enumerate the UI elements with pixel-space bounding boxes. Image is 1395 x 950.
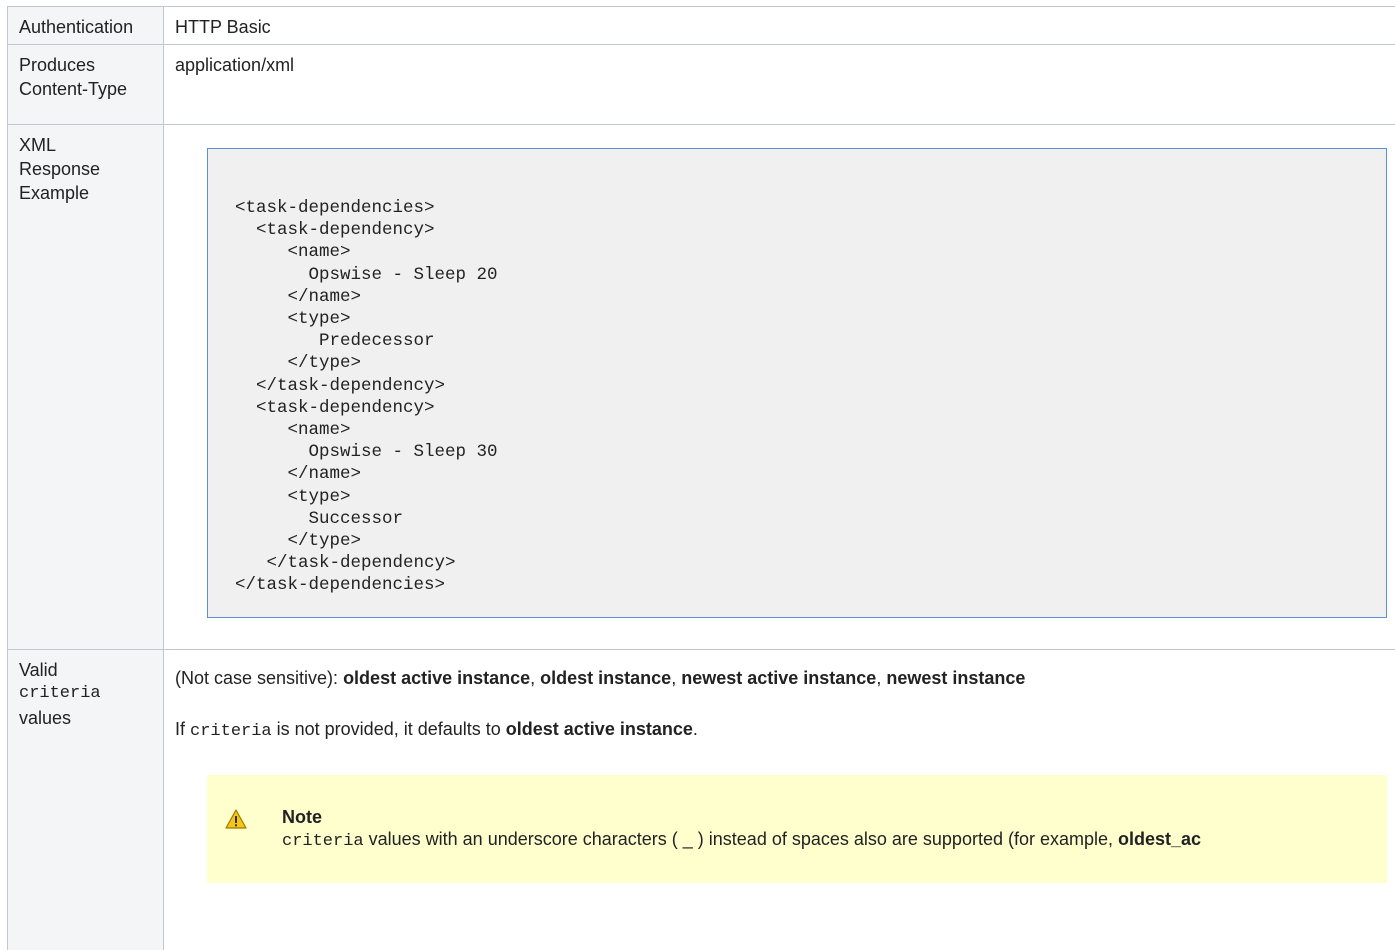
criteria-label-line1: Valid bbox=[19, 660, 58, 680]
xml-label-line1: XML bbox=[19, 135, 57, 155]
criteria-value-2: oldest instance bbox=[540, 668, 672, 688]
criteria-label-code: criteria bbox=[19, 684, 101, 703]
criteria-sep-2: , bbox=[671, 668, 682, 688]
criteria-default: If criteria is not provided, it defaults… bbox=[175, 717, 698, 744]
note-bold: oldest_ac bbox=[1118, 829, 1202, 849]
produces-value: application/xml bbox=[175, 55, 295, 75]
produces-label: Produces Content-Type bbox=[7, 45, 164, 125]
default-code: criteria bbox=[190, 722, 272, 741]
note-code: criteria bbox=[282, 832, 364, 851]
authentication-value: HTTP Basic bbox=[175, 17, 271, 37]
xml-label-line3: Example bbox=[19, 183, 90, 203]
note-panel: Note criteria values with an underscore … bbox=[207, 775, 1387, 883]
default-bold: oldest active instance bbox=[505, 719, 693, 739]
row-authentication: Authentication HTTP Basic bbox=[7, 6, 1395, 45]
note-text: values with an underscore characters ( _… bbox=[363, 829, 1119, 849]
xml-label-line2: Response bbox=[19, 159, 101, 179]
criteria-intro: (Not case sensitive): bbox=[175, 668, 344, 688]
default-text-mid: is not provided, it defaults to bbox=[271, 719, 506, 739]
criteria-value-1: oldest active instance bbox=[343, 668, 531, 688]
criteria-value-3: newest active instance bbox=[681, 668, 877, 688]
produces-label-line1: Produces bbox=[19, 55, 96, 75]
criteria-sep-1: , bbox=[530, 668, 541, 688]
criteria-list: (Not case sensitive): oldest active inst… bbox=[175, 666, 1025, 690]
xml-example-label: XML Response Example bbox=[7, 125, 164, 650]
xml-code: <task-dependencies> <task-dependency> <n… bbox=[235, 198, 498, 596]
xml-code-block: <task-dependencies> <task-dependency> <n… bbox=[207, 148, 1387, 618]
default-text-end: . bbox=[692, 719, 698, 739]
note-body: criteria values with an underscore chara… bbox=[282, 829, 1201, 851]
criteria-value-4: newest instance bbox=[886, 668, 1026, 688]
default-text-pre: If bbox=[175, 719, 191, 739]
warning-icon bbox=[225, 809, 247, 829]
produces-label-line2: Content-Type bbox=[19, 79, 128, 99]
criteria-label-line3: values bbox=[19, 708, 72, 728]
note-title: Note bbox=[282, 807, 322, 827]
criteria-label: Valid criteria values bbox=[7, 650, 164, 950]
criteria-sep-3: , bbox=[876, 668, 887, 688]
row-produces: Produces Content-Type application/xml bbox=[7, 44, 1395, 125]
authentication-label: Authentication bbox=[7, 7, 164, 45]
